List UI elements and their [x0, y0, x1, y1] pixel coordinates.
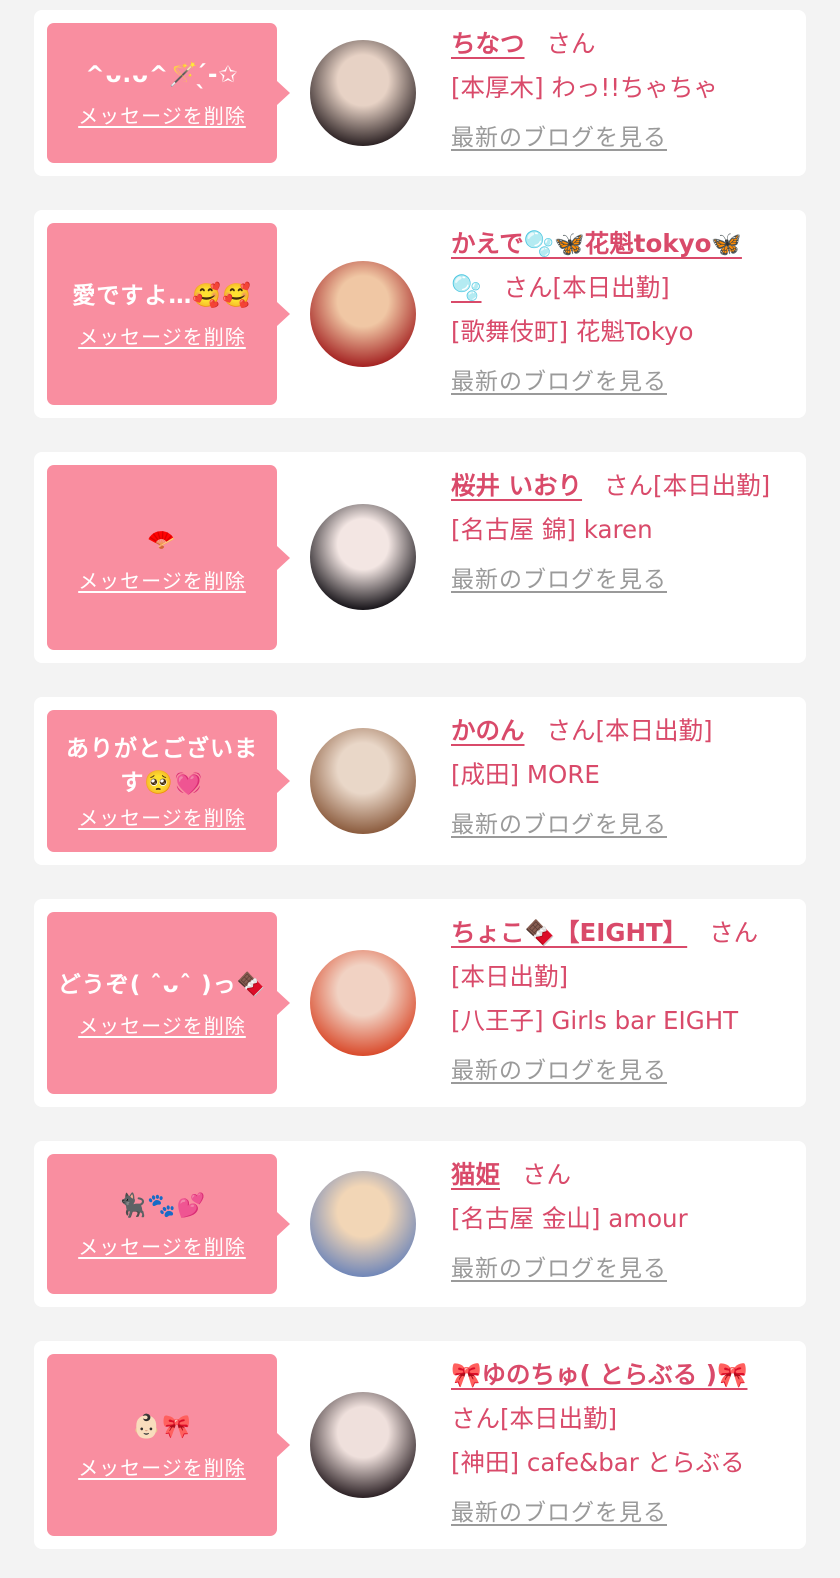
delete-message-link[interactable]: メッセージを削除 — [78, 1014, 246, 1038]
cast-info: 桜井 いおり さん[本日出勤] [名古屋 錦] karen 最新のブログを見る — [451, 464, 792, 600]
message-card: 🐈‍⬛🐾💕 メッセージを削除 猫姫 さん [名古屋 金山] amour 最新のブロ… — [34, 1141, 806, 1307]
latest-blog-link[interactable]: 最新のブログを見る — [451, 118, 667, 158]
latest-blog-link[interactable]: 最新のブログを見る — [451, 560, 667, 600]
delete-message-link[interactable]: メッセージを削除 — [78, 1235, 246, 1259]
message-bubble: ありがとございます🥺💓 メッセージを削除 — [47, 710, 290, 852]
attendance-status: [本日出勤] — [653, 471, 771, 500]
cast-name-link[interactable]: 猫姫 — [451, 1160, 500, 1189]
message-text: ^ᴗ.ᴗ^🪄 ̖́-✩ — [85, 62, 239, 88]
delete-message-link[interactable]: メッセージを削除 — [78, 569, 246, 593]
avatar[interactable] — [310, 261, 416, 367]
message-text: 愛ですよ…🥰🥰 — [72, 283, 252, 309]
delete-message-link[interactable]: メッセージを削除 — [78, 325, 246, 349]
avatar[interactable] — [310, 1171, 416, 1277]
avatar[interactable] — [310, 504, 416, 610]
message-bubble: 🐈‍⬛🐾💕 メッセージを削除 — [47, 1154, 290, 1294]
message-text: 🐈‍⬛🐾💕 — [117, 1193, 207, 1219]
cast-info: かえで🫧🦋花魁tokyo🦋🫧 さん[本日出勤] [歌舞伎町] 花魁Tokyo 最新… — [451, 222, 792, 402]
latest-blog-link[interactable]: 最新のブログを見る — [451, 362, 667, 402]
message-text: ありがとございます🥺💓 — [66, 736, 258, 796]
shop-info: [八王子] Girls bar EIGHT — [451, 1006, 739, 1035]
cast-info: 猫姫 さん [名古屋 金山] amour 最新のブログを見る — [451, 1153, 792, 1289]
avatar[interactable] — [310, 1392, 416, 1498]
message-text: 👶🏻🎀 — [132, 1414, 192, 1440]
message-bubble: 🪭 メッセージを削除 — [47, 465, 290, 650]
latest-blog-link[interactable]: 最新のブログを見る — [451, 1493, 667, 1533]
message-card: 👶🏻🎀 メッセージを削除 🎀ゆのちゅ( とらぶる )🎀 さん[本日出勤] [神田]… — [34, 1341, 806, 1549]
message-card: ^ᴗ.ᴗ^🪄 ̖́-✩ メッセージを削除 ちなつ さん [本厚木] わっ!!ちゃち… — [34, 10, 806, 176]
shop-info: [名古屋 金山] amour — [451, 1204, 688, 1233]
message-card: 愛ですよ…🥰🥰 メッセージを削除 かえで🫧🦋花魁tokyo🦋🫧 さん[本日出勤] … — [34, 210, 806, 418]
avatar[interactable] — [310, 728, 416, 834]
delete-message-link[interactable]: メッセージを削除 — [78, 104, 246, 128]
cast-info: かのん さん[本日出勤] [成田] MORE 最新のブログを見る — [451, 709, 792, 845]
shop-info: [本厚木] わっ!!ちゃちゃ — [451, 73, 719, 102]
cast-name-link[interactable]: 桜井 いおり — [451, 471, 582, 500]
cast-name-link[interactable]: かのん — [451, 716, 525, 745]
cast-info: ちなつ さん [本厚木] わっ!!ちゃちゃ 最新のブログを見る — [451, 22, 792, 158]
delete-message-link[interactable]: メッセージを削除 — [78, 806, 246, 830]
avatar[interactable] — [310, 950, 416, 1056]
message-card: どうぞ( ˆᴗˆ )っ🍫 メッセージを削除 ちょこ🍫【EIGHT】 さん [本日出勤… — [34, 899, 806, 1107]
latest-blog-link[interactable]: 最新のブログを見る — [451, 1249, 667, 1289]
shop-info: [歌舞伎町] 花魁Tokyo — [451, 317, 694, 346]
shop-info: [神田] cafe&bar とらぶる — [451, 1448, 745, 1477]
cast-name-link[interactable]: ちなつ — [451, 29, 525, 58]
cast-name-link[interactable]: 🎀ゆのちゅ( とらぶる )🎀 — [451, 1360, 747, 1389]
message-card: ありがとございます🥺💓 メッセージを削除 かのん さん[本日出勤] [成田] MO… — [34, 697, 806, 865]
honorific: さん — [546, 29, 596, 58]
message-list: ^ᴗ.ᴗ^🪄 ̖́-✩ メッセージを削除 ちなつ さん [本厚木] わっ!!ちゃち… — [0, 0, 840, 1578]
message-bubble: どうぞ( ˆᴗˆ )っ🍫 メッセージを削除 — [47, 912, 290, 1094]
message-bubble: ^ᴗ.ᴗ^🪄 ̖́-✩ メッセージを削除 — [47, 23, 290, 163]
honorific: さん — [546, 716, 596, 745]
avatar[interactable] — [310, 40, 416, 146]
attendance-status: [本日出勤] — [451, 962, 569, 991]
honorific: さん — [522, 1160, 571, 1189]
latest-blog-link[interactable]: 最新のブログを見る — [451, 805, 667, 845]
attendance-status: [本日出勤] — [500, 1404, 618, 1433]
honorific: さん — [503, 273, 553, 302]
shop-info: [名古屋 錦] karen — [451, 515, 653, 544]
honorific: さん — [451, 1404, 500, 1433]
honorific: さん — [604, 471, 654, 500]
message-bubble: 愛ですよ…🥰🥰 メッセージを削除 — [47, 223, 290, 405]
delete-message-link[interactable]: メッセージを削除 — [78, 1456, 246, 1480]
cast-info: ちょこ🍫【EIGHT】 さん [本日出勤] [八王子] Girls bar EIGH… — [451, 911, 792, 1091]
message-text: どうぞ( ˆᴗˆ )っ🍫 — [57, 972, 267, 998]
cast-name-link[interactable]: ちょこ🍫【EIGHT】 — [451, 918, 687, 947]
attendance-status: [本日出勤] — [552, 273, 670, 302]
attendance-status: [本日出勤] — [595, 716, 713, 745]
message-text: 🪭 — [147, 526, 177, 553]
honorific: さん — [709, 918, 759, 947]
latest-blog-link[interactable]: 最新のブログを見る — [451, 1051, 667, 1091]
message-bubble: 👶🏻🎀 メッセージを削除 — [47, 1354, 290, 1536]
message-card: 🪭 メッセージを削除 桜井 いおり さん[本日出勤] [名古屋 錦] karen … — [34, 452, 806, 663]
shop-info: [成田] MORE — [451, 760, 600, 789]
cast-info: 🎀ゆのちゅ( とらぶる )🎀 さん[本日出勤] [神田] cafe&bar とらぶ… — [451, 1353, 792, 1533]
